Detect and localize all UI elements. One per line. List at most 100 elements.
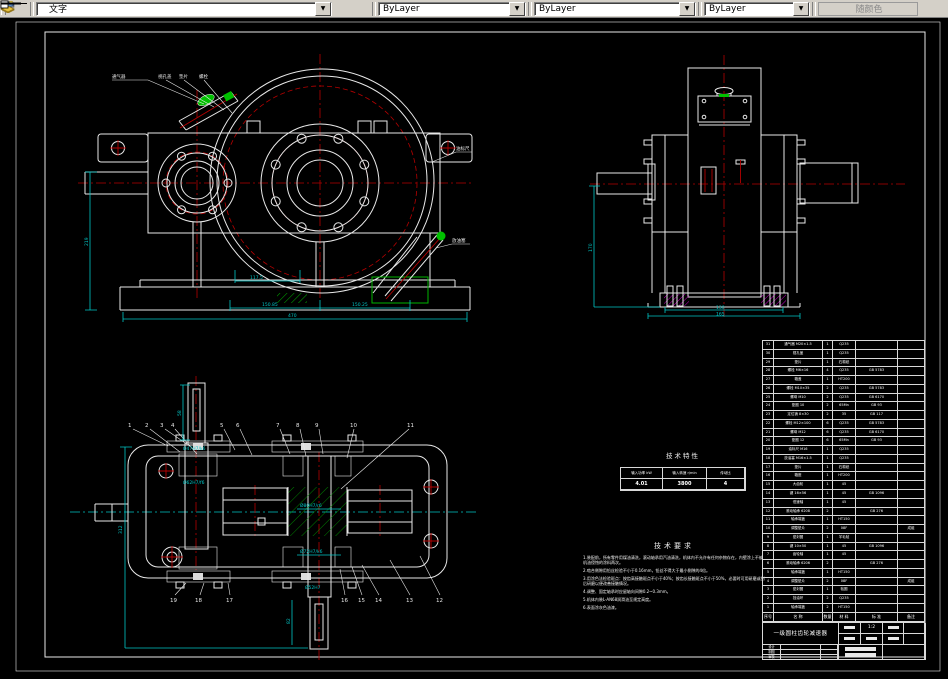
tech-char-header: 传动比 (707, 468, 745, 479)
svg-text:3: 3 (160, 423, 164, 429)
svg-text:8: 8 (296, 423, 300, 429)
input-shaft-end (596, 172, 653, 195)
svg-text:Ø52H7: Ø52H7 (305, 584, 321, 591)
bom-row: 17 垫片 1 石棉纸 (763, 463, 924, 473)
lineweight-value: ByLayer (709, 3, 746, 14)
make-object-layer-current-button[interactable] (1, 0, 351, 16)
bom-row: 1 轴承端盖 2 HT150 (763, 603, 924, 612)
signoff-rows: 设计 制图 审核 (763, 644, 839, 660)
svg-text:58: 58 (177, 410, 183, 416)
scale-value: 1:2 (861, 622, 883, 634)
bom-table: 31 通气器 M20×1.5 1 Q235 30 视孔盖 1 Q235 29 垫片 1 石棉纸 28 螺栓… (762, 340, 926, 660)
toolbar-separator (698, 1, 702, 16)
bom-row: 19 油标尺 M16 1 Q235 (763, 446, 924, 455)
layer-control-combo[interactable]: 文字 ▼ (0, 0, 332, 16)
svg-text:Ø47H7/k6: Ø47H7/k6 (183, 445, 206, 452)
tech-requirements-title: 技术要求 (654, 542, 694, 550)
title-block-grid: 1:2 (839, 622, 926, 645)
inspection-cover (697, 87, 752, 126)
svg-text:4: 4 (171, 423, 175, 429)
svg-text:12: 12 (436, 598, 443, 604)
bom-row: 2 挡油环 2 Q235 (763, 595, 924, 604)
bom-row: 30 视孔盖 1 Q235 (763, 349, 924, 359)
tech-req-line: 6.表面涂灰色油漆。 (583, 605, 619, 610)
title-block-empty-cell (883, 644, 926, 660)
callout-label: 螺栓 (199, 73, 208, 80)
color-combo-dropdown-arrow[interactable]: ▼ (509, 1, 525, 16)
front-view: 通气器 视孔盖 垫片 螺栓 油标尺 放油塞 117.5 150.85 150.2… (78, 54, 473, 322)
tech-req-line: 3.用涂色法检验斑点：按齿高接触斑点不小于40%；按齿长接触斑点不小于50%，必… (583, 576, 765, 586)
bom-row: 18 放油塞 M16×1.5 1 Q235 (763, 454, 924, 464)
bom-header-row: 序号名 称数量材 料标 准备注 (763, 611, 924, 622)
color-value: ByLayer (383, 3, 420, 14)
lineweight-control-combo[interactable]: ByLayer ▼ (1, 1, 810, 16)
tech-req-line: 1.装配前，所有零件用煤油清洗，滚动轴承用汽油清洗，机体内不允许有任何杂物存在，… (583, 555, 763, 565)
input-shaft-stub (187, 382, 206, 444)
bom-row: 27 箱盖 1 HT200 (763, 376, 924, 385)
svg-text:13: 13 (406, 598, 413, 604)
bom-row: 6 滚动轴承 6206 2 GB 276 (763, 560, 924, 569)
tech-requirements: 技术要求 1.装配前，所有零件用煤油清洗，滚动轴承用汽油清洗，机体内不允许有任何… (583, 541, 765, 610)
callout-label: 通气器 (112, 73, 126, 80)
svg-text:18: 18 (195, 598, 202, 604)
svg-text:Ø62H7/f6: Ø62H7/f6 (183, 479, 205, 486)
svg-text:17: 17 (226, 598, 233, 604)
callout-label: 放油塞 (452, 237, 466, 244)
svg-text:Ø72H7/k6: Ø72H7/k6 (300, 548, 323, 555)
tech-char-value: 4.01 (621, 479, 663, 490)
layer-previous-button[interactable] (1, 0, 370, 16)
side-view: 170 130 165 (588, 55, 905, 319)
current-layer-name: 文字 (49, 5, 68, 15)
svg-text:5: 5 (220, 423, 224, 429)
toolbar-separator (528, 1, 532, 16)
svg-text:312: 312 (118, 525, 124, 534)
plot-style-value: 随颜色 (855, 5, 883, 15)
bom-row: 23 定位销 8×30 2 35 GB 117 (763, 411, 924, 420)
layer-combo-dropdown-arrow[interactable]: ▼ (315, 1, 331, 16)
lineweight-combo-dropdown-arrow[interactable]: ▼ (793, 1, 809, 16)
bom-row: 24 垫圈 10 2 65Mn GB 93 (763, 402, 924, 412)
tech-char-header: 输入转速 r/min (663, 468, 707, 479)
tech-req-line: 4.调整、固定轴承时应留轴向间隙0.2~0.3mm。 (583, 589, 671, 594)
balloon-leaders: 1 2 3 4 5 6 7 8 9 10 11 19 18 17 16 15 1… (128, 423, 443, 604)
output-shaft-end (799, 162, 859, 204)
svg-text:117.5: 117.5 (250, 275, 263, 281)
svg-text:219: 219 (84, 237, 90, 246)
oil-dipstick-knob (436, 231, 446, 241)
svg-text:Ø80H7/r6: Ø80H7/r6 (300, 502, 322, 509)
svg-text:19: 19 (170, 598, 177, 604)
linetype-combo-dropdown-arrow[interactable]: ▼ (679, 1, 695, 16)
svg-text:16: 16 (341, 598, 348, 604)
bom-row: 20 垫圈 12 6 65Mn GB 93 (763, 437, 924, 447)
svg-text:1: 1 (128, 423, 132, 429)
bom-row: 4 调整垫片 2 08F 成组 (763, 577, 924, 587)
bom-row: 7 齿轮轴 1 45 (763, 551, 924, 561)
layers-properties-toolbar: 文字 ▼ ByLayer ▼ ByLayer ▼ ByLayer ▼ 随颜色 (0, 0, 948, 18)
bom-row: 21 螺母 M12 6 Q235 GB 6170 (763, 428, 924, 438)
tech-char-value: 4 (707, 479, 745, 490)
svg-text:10: 10 (350, 423, 357, 429)
tech-characteristics: 技术特性 输入功率 kW 输入转速 r/min 传动比 4.01 3800 4 (620, 450, 746, 491)
tech-characteristics-title: 技术特性 (666, 452, 700, 460)
bom-row: 29 垫片 1 石棉纸 (763, 358, 924, 368)
bom-row: 8键 10×50 1 45 GB 1096 (763, 542, 924, 552)
tech-char-header: 输入功率 kW (621, 468, 663, 479)
tech-req-line: 2.啮合侧隙用铅丝检验不小于0.16mm，铅丝不得大于最小侧隙的4倍。 (583, 568, 711, 573)
bom-row: 25 螺母 M10 2 Q235 GB 6170 (763, 393, 924, 403)
bom-row: 22 螺栓 M12×100 6 Q235 GB 5783 (763, 419, 924, 429)
svg-text:7: 7 (276, 423, 280, 429)
tech-char-value: 3800 (663, 479, 707, 490)
toolbar-separator (372, 1, 376, 16)
bom-row: 3 密封圈 1 毡圈 (763, 586, 924, 596)
bom-rows: 31 通气器 M20×1.5 1 Q235 30 视孔盖 1 Q235 29 垫片 1 石棉纸 28 螺栓… (763, 341, 924, 612)
svg-text:170: 170 (588, 243, 594, 252)
svg-text:470: 470 (288, 313, 297, 319)
svg-text:11: 11 (407, 423, 414, 429)
svg-text:2: 2 (145, 423, 149, 429)
title-block: 一级圆柱齿轮减速器 1:2 设计 制图 审核 (763, 621, 926, 660)
toolbar-separator (812, 1, 816, 16)
linetype-control-combo[interactable]: ByLayer ▼ (1, 1, 696, 16)
housing-base (119, 222, 471, 311)
color-control-combo[interactable]: ByLayer ▼ (0, 0, 526, 16)
svg-text:15: 15 (358, 598, 365, 604)
